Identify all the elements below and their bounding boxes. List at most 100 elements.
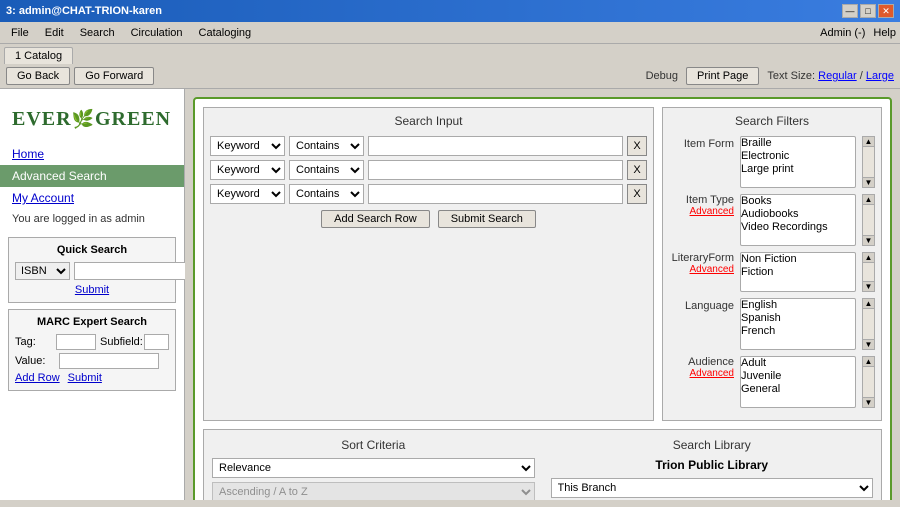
- scroll-down-icon[interactable]: ▼: [863, 339, 874, 349]
- audience-listbox[interactable]: Adult Juvenile General: [740, 356, 856, 408]
- item-form-listbox[interactable]: Braille Electronic Large print: [740, 136, 856, 188]
- tab-catalog[interactable]: 1 Catalog: [4, 47, 73, 64]
- search-clear-3[interactable]: X: [627, 184, 647, 204]
- marc-subfield-input[interactable]: [144, 334, 169, 350]
- filter-language: Language English Spanish French ▲ ▼: [669, 298, 875, 350]
- sort-criteria-select[interactable]: Relevance Title Author Publication Date: [212, 458, 535, 478]
- toolbar: Go Back Go Forward Debug Print Page Text…: [0, 64, 900, 89]
- scroll-up-icon[interactable]: ▲: [863, 299, 874, 309]
- menu-file[interactable]: File: [4, 25, 36, 41]
- menu-bar: File Edit Search Circulation Cataloging …: [0, 22, 900, 44]
- search-text-2[interactable]: [368, 160, 623, 180]
- search-library-title: Search Library: [551, 438, 874, 452]
- menu-cataloging[interactable]: Cataloging: [192, 25, 259, 41]
- go-forward-button[interactable]: Go Forward: [74, 67, 154, 85]
- window-controls: — □ ✕: [842, 4, 894, 18]
- scroll-up-icon[interactable]: ▲: [863, 253, 874, 263]
- marc-submit-link[interactable]: Submit: [68, 372, 102, 384]
- submit-search-button-top[interactable]: Submit Search: [438, 210, 536, 228]
- menu-items: File Edit Search Circulation Cataloging: [4, 25, 258, 41]
- logo-area: EVER🌿GREEN: [0, 97, 184, 143]
- marc-search-section: MARC Expert Search Tag: Subfield: Value:…: [8, 309, 176, 391]
- literary-form-listbox[interactable]: Non Fiction Fiction: [740, 252, 856, 292]
- library-branch-select[interactable]: This Branch All Branches: [551, 478, 874, 498]
- marc-value-label: Value:: [15, 355, 55, 367]
- search-op-2[interactable]: ContainsDoes Not Contain: [289, 160, 364, 180]
- search-field-3[interactable]: KeywordTitleAuthor: [210, 184, 285, 204]
- scroll-down-icon[interactable]: ▼: [863, 235, 874, 245]
- sort-order-select[interactable]: Ascending / A to Z Descending / Z to A: [212, 482, 535, 500]
- literary-form-advanced-link[interactable]: Advanced: [690, 264, 734, 275]
- scroll-down-icon[interactable]: ▼: [863, 281, 874, 291]
- marc-tag-input[interactable]: [56, 334, 96, 350]
- nav-home[interactable]: Home: [0, 143, 184, 165]
- search-row-3: KeywordTitleAuthor ContainsDoes Not Cont…: [210, 184, 647, 204]
- scroll-track: [863, 309, 874, 339]
- search-filters-title: Search Filters: [669, 114, 875, 128]
- search-clear-2[interactable]: X: [627, 160, 647, 180]
- item-type-advanced-link[interactable]: Advanced: [690, 206, 734, 217]
- nav-items: Home Advanced Search My Account You are …: [0, 143, 184, 229]
- filter-item-form: Item Form Braille Electronic Large print…: [669, 136, 875, 188]
- go-back-button[interactable]: Go Back: [6, 67, 70, 85]
- sort-criteria-title: Sort Criteria: [212, 438, 535, 452]
- maximize-button[interactable]: □: [860, 4, 876, 18]
- tab-bar: 1 Catalog: [0, 44, 900, 64]
- menu-search[interactable]: Search: [73, 25, 122, 41]
- audience-advanced-link[interactable]: Advanced: [690, 368, 734, 379]
- scroll-up-icon[interactable]: ▲: [863, 195, 874, 205]
- admin-menu[interactable]: Admin (-): [820, 27, 865, 39]
- scroll-down-icon[interactable]: ▼: [863, 177, 874, 187]
- print-page-button[interactable]: Print Page: [686, 67, 759, 85]
- marc-tag-row: Tag: Subfield:: [15, 334, 169, 350]
- marc-links: Add Row Submit: [15, 372, 169, 384]
- search-input-title: Search Input: [210, 114, 647, 128]
- search-text-1[interactable]: [368, 136, 623, 156]
- debug-link[interactable]: Debug: [646, 70, 678, 82]
- item-type-label: Item Type: [686, 194, 734, 206]
- search-panel: Search Input KeywordTitleAuthor Contains…: [193, 97, 892, 500]
- close-button[interactable]: ✕: [878, 4, 894, 18]
- search-text-3[interactable]: [368, 184, 623, 204]
- quick-search-title: Quick Search: [15, 244, 169, 256]
- main-container: EVER🌿GREEN Home Advanced Search My Accou…: [0, 89, 900, 500]
- nav-advanced-search[interactable]: Advanced Search: [0, 165, 184, 187]
- language-listbox[interactable]: English Spanish French: [740, 298, 856, 350]
- language-label: Language: [669, 298, 734, 312]
- menu-circulation[interactable]: Circulation: [124, 25, 190, 41]
- nav-my-account[interactable]: My Account: [0, 187, 184, 209]
- marc-tag-label: Tag:: [15, 336, 52, 348]
- minimize-button[interactable]: —: [842, 4, 858, 18]
- marc-add-row-link[interactable]: Add Row: [15, 372, 60, 384]
- logo: EVER🌿GREEN: [12, 105, 171, 131]
- quick-search-submit[interactable]: Submit: [15, 284, 169, 296]
- text-size-label: Text Size: Regular / Large: [767, 70, 894, 82]
- literary-form-label: LiteraryForm: [672, 252, 734, 264]
- content-area: Search Input KeywordTitleAuthor Contains…: [185, 89, 900, 500]
- literary-form-scrollbar: ▲ ▼: [862, 252, 875, 292]
- search-input-section: Search Input KeywordTitleAuthor Contains…: [203, 107, 654, 421]
- scroll-up-icon[interactable]: ▲: [863, 137, 874, 147]
- help-menu[interactable]: Help: [873, 27, 896, 39]
- quick-search-field-select[interactable]: ISBN Title Author: [15, 262, 70, 280]
- scroll-up-icon[interactable]: ▲: [863, 357, 874, 367]
- menu-edit[interactable]: Edit: [38, 25, 71, 41]
- nav-logged-in-info: You are logged in as admin: [0, 209, 184, 229]
- menu-right: Admin (-) Help: [820, 27, 896, 39]
- search-field-1[interactable]: KeywordTitleAuthor: [210, 136, 285, 156]
- scroll-down-icon[interactable]: ▼: [863, 397, 874, 407]
- language-scrollbar: ▲ ▼: [862, 298, 875, 350]
- search-library-col: Search Library Trion Public Library This…: [551, 438, 874, 500]
- search-op-3[interactable]: ContainsDoes Not Contain: [289, 184, 364, 204]
- window-title: 3: admin@CHAT-TRION-karen: [6, 5, 162, 17]
- search-clear-1[interactable]: X: [627, 136, 647, 156]
- text-size-regular[interactable]: Regular: [818, 70, 857, 82]
- search-op-1[interactable]: ContainsDoes Not Contain: [289, 136, 364, 156]
- filter-item-type: Item Type Advanced Books Audiobooks Vide…: [669, 194, 875, 246]
- marc-value-input[interactable]: [59, 353, 159, 369]
- text-size-large[interactable]: Large: [866, 70, 894, 82]
- add-search-row-button[interactable]: Add Search Row: [321, 210, 430, 228]
- search-field-2[interactable]: KeywordTitleAuthor: [210, 160, 285, 180]
- item-type-listbox[interactable]: Books Audiobooks Video Recordings: [740, 194, 856, 246]
- search-filters-section: Search Filters Item Form Braille Electro…: [662, 107, 882, 421]
